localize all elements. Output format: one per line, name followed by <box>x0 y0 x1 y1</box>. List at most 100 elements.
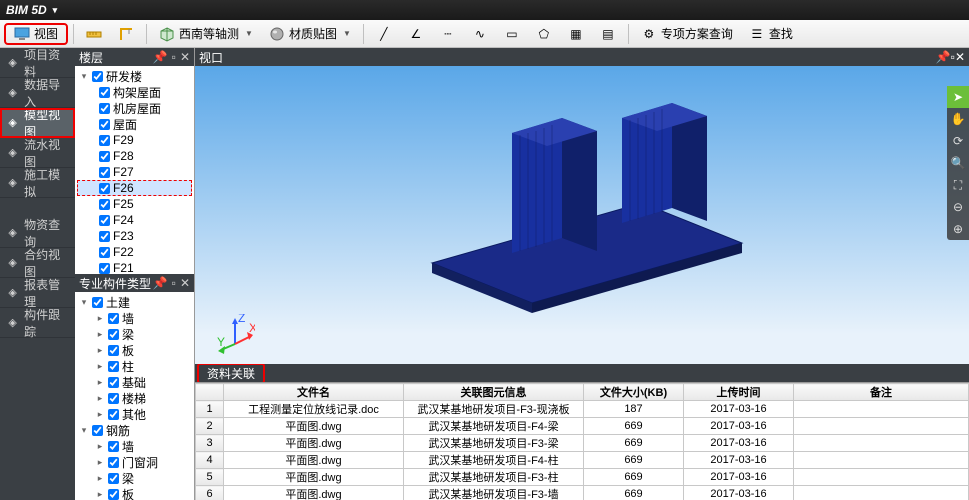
tool-f[interactable]: ⬠ <box>529 23 559 45</box>
zoom-plus-tool[interactable]: ⊕ <box>947 218 969 240</box>
collapse-icon[interactable]: ▾ <box>79 425 89 436</box>
cat-node[interactable]: ▸门窗洞 <box>77 454 192 470</box>
sidebar-item-构件跟踪[interactable]: ◈构件跟踪 <box>0 308 75 338</box>
assoc-col-header[interactable]: 备注 <box>794 384 969 401</box>
floor-node[interactable]: F25 <box>77 196 192 212</box>
table-row[interactable]: 5平面图.dwg武汉某基地研发项目-F3-柱6692017-03-16 <box>196 469 969 486</box>
table-row[interactable]: 1工程测量定位放线记录.doc武汉某基地研发项目-F3-现浇板1872017-0… <box>196 401 969 418</box>
floor-node[interactable]: F27 <box>77 164 192 180</box>
sidebar-item-施工模拟[interactable]: ◈施工模拟 <box>0 168 75 198</box>
tool-d[interactable]: ∿ <box>465 23 495 45</box>
cat-check[interactable] <box>108 393 119 404</box>
pan-tool[interactable]: ✋ <box>947 108 969 130</box>
expand-icon[interactable]: ▸ <box>95 313 105 324</box>
expand-icon[interactable]: ▸ <box>95 393 105 404</box>
view-button[interactable]: 视图 <box>4 23 68 45</box>
cat-node[interactable]: ▸楼梯 <box>77 390 192 406</box>
floor-check[interactable] <box>99 151 110 162</box>
assoc-col-header[interactable] <box>196 384 224 401</box>
assoc-col-header[interactable]: 关联图元信息 <box>404 384 584 401</box>
expand-icon[interactable]: ▸ <box>95 473 105 484</box>
table-row[interactable]: 2平面图.dwg武汉某基地研发项目-F4-梁6692017-03-16 <box>196 418 969 435</box>
floor-check[interactable] <box>99 119 110 130</box>
floor-check[interactable] <box>99 103 110 114</box>
assoc-table-wrap[interactable]: 文件名关联图元信息文件大小(KB)上传时间备注 1工程测量定位放线记录.doc武… <box>195 382 969 500</box>
special-query-button[interactable]: ⚙ 专项方案查询 <box>634 23 740 45</box>
cat-node[interactable]: ▸墙 <box>77 310 192 326</box>
tool-crane-button[interactable] <box>111 23 141 45</box>
zoom-fit-tool[interactable]: ⛶ <box>947 174 969 196</box>
cat-node[interactable]: ▸梁 <box>77 470 192 486</box>
viewport-3d[interactable]: Z X Y ➤ ✋ ⟳ 🔍 ⛶ ⊖ ⊕ <box>195 66 969 364</box>
floor-tree[interactable]: ▾研发楼构架屋面机房屋面屋面F29F28F27F26F25F24F23F22F2… <box>75 66 194 274</box>
floor-node[interactable]: F21 <box>77 260 192 274</box>
panel-menu-icon[interactable]: ▫ <box>172 50 176 64</box>
assoc-col-header[interactable]: 文件大小(KB) <box>584 384 684 401</box>
cat-check[interactable] <box>108 313 119 324</box>
expand-icon[interactable]: ▸ <box>95 457 105 468</box>
material-dropdown[interactable]: 材质贴图 ▼ <box>262 23 358 45</box>
table-row[interactable]: 3平面图.dwg武汉某基地研发项目-F3-梁6692017-03-16 <box>196 435 969 452</box>
cat-check[interactable] <box>108 457 119 468</box>
floor-node[interactable]: F26 <box>77 180 192 196</box>
pin-icon[interactable]: 📌 <box>936 50 951 64</box>
assoc-panel-title[interactable]: 资料关联 <box>197 363 265 384</box>
floor-check[interactable] <box>99 167 110 178</box>
tool-a[interactable]: ╱ <box>369 23 399 45</box>
floor-node[interactable]: 机房屋面 <box>77 100 192 116</box>
cat-node[interactable]: ▸板 <box>77 342 192 358</box>
floor-node[interactable]: F23 <box>77 228 192 244</box>
panel-menu-icon[interactable]: ▫ <box>172 276 176 290</box>
table-row[interactable]: 6平面图.dwg武汉某基地研发项目-F3-墙6692017-03-16 <box>196 486 969 500</box>
expand-icon[interactable]: ▸ <box>95 345 105 356</box>
cat-check[interactable] <box>108 489 119 500</box>
sidebar-item-模型视图[interactable]: ◈模型视图 <box>0 108 75 138</box>
cat-check[interactable] <box>108 329 119 340</box>
cat-node[interactable]: ▸梁 <box>77 326 192 342</box>
find-button[interactable]: ☰ 查找 <box>742 23 800 45</box>
floor-check[interactable] <box>99 199 110 210</box>
cat-node[interactable]: ▸其他 <box>77 406 192 422</box>
expand-icon[interactable]: ▸ <box>95 361 105 372</box>
sidebar-item-物资查询[interactable]: ◈物资查询 <box>0 218 75 248</box>
cat-check[interactable] <box>108 473 119 484</box>
cat-group-check[interactable] <box>92 425 103 436</box>
floor-check[interactable] <box>99 247 110 258</box>
floor-check[interactable] <box>99 135 110 146</box>
app-menu-caret[interactable]: ▾ <box>53 5 58 16</box>
floor-check[interactable] <box>99 215 110 226</box>
cat-check[interactable] <box>108 345 119 356</box>
close-icon[interactable]: ✕ <box>180 50 190 64</box>
select-tool[interactable]: ➤ <box>947 86 969 108</box>
sidebar-item-流水视图[interactable]: ◈流水视图 <box>0 138 75 168</box>
assoc-col-header[interactable]: 文件名 <box>224 384 404 401</box>
close-icon[interactable]: ✕ <box>180 276 190 290</box>
expand-icon[interactable]: ▸ <box>95 441 105 452</box>
sidebar-item-合约视图[interactable]: ◈合约视图 <box>0 248 75 278</box>
expand-icon[interactable]: ▸ <box>95 409 105 420</box>
collapse-icon[interactable]: ▾ <box>79 297 89 308</box>
floor-check[interactable] <box>99 263 110 274</box>
orbit-tool[interactable]: ⟳ <box>947 130 969 152</box>
sidebar-item-报表管理[interactable]: ◈报表管理 <box>0 278 75 308</box>
tool-e[interactable]: ▭ <box>497 23 527 45</box>
floor-check[interactable] <box>99 183 110 194</box>
tool-measure-button[interactable] <box>79 23 109 45</box>
cat-node[interactable]: ▸柱 <box>77 358 192 374</box>
floor-node[interactable]: F28 <box>77 148 192 164</box>
floor-node[interactable]: F22 <box>77 244 192 260</box>
cat-check[interactable] <box>108 361 119 372</box>
cat-group-check[interactable] <box>92 297 103 308</box>
collapse-icon[interactable]: ▾ <box>79 71 89 82</box>
sidebar-item-数据导入[interactable]: ◈数据导入 <box>0 78 75 108</box>
floor-check[interactable] <box>99 87 110 98</box>
cat-check[interactable] <box>108 441 119 452</box>
pin-icon[interactable]: 📌 <box>153 50 168 64</box>
tool-g[interactable]: ▦ <box>561 23 591 45</box>
expand-icon[interactable]: ▸ <box>95 489 105 500</box>
tool-c[interactable]: ┄ <box>433 23 463 45</box>
cat-check[interactable] <box>108 377 119 388</box>
cat-check[interactable] <box>108 409 119 420</box>
cat-node[interactable]: ▸基础 <box>77 374 192 390</box>
category-tree[interactable]: ▾土建▸墙▸梁▸板▸柱▸基础▸楼梯▸其他▾钢筋▸墙▸门窗洞▸梁▸板▸柱▸基础 <box>75 292 194 500</box>
